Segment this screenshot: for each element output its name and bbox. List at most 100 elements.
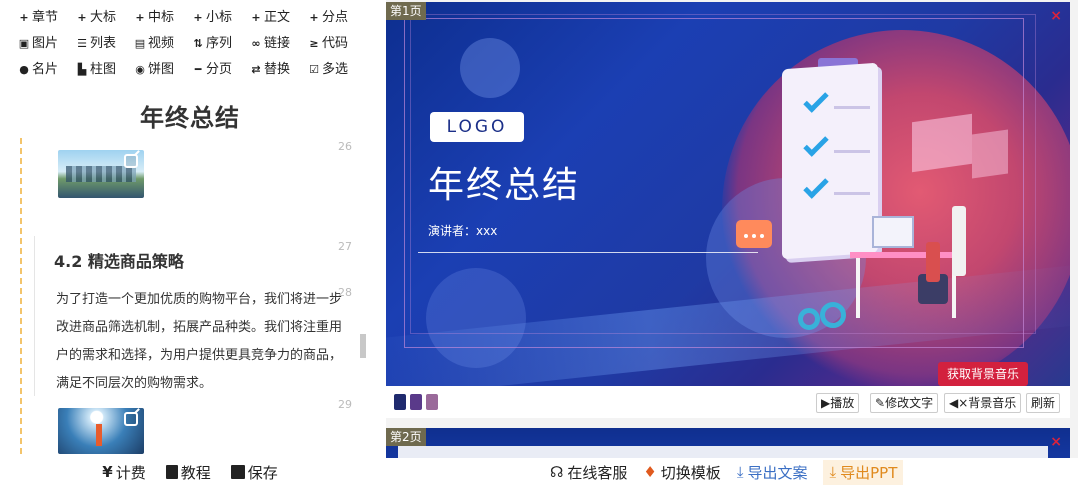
save-icon (230, 465, 245, 479)
edit-text-label: 修改文字 (885, 396, 934, 410)
title-underline (418, 252, 758, 253)
download-icon: ⤓ (829, 463, 837, 481)
bullet-point-icon: + (309, 11, 319, 24)
slide-title: 年终总结 (428, 165, 581, 206)
theme-swatch[interactable] (394, 394, 406, 410)
book-icon (165, 465, 178, 479)
save-button[interactable]: 保存 (230, 462, 278, 483)
toolbar-label: 分页 (206, 62, 233, 77)
insert-bar-chart-button[interactable]: ▙ 柱图 (76, 60, 134, 80)
insert-small-title-button[interactable]: + 小标 (192, 8, 250, 28)
close-icon[interactable]: × (1050, 434, 1062, 450)
background-music-label: 背景音乐 (968, 396, 1017, 410)
line-number: 26 (338, 140, 352, 153)
toolbar-label: 图片 (32, 36, 59, 51)
section-heading[interactable]: 4.2 精选商品策略 (54, 248, 184, 272)
desk-leg (856, 258, 860, 318)
insert-bullet-point-button[interactable]: + 分点 (308, 8, 366, 28)
slide-1[interactable]: 第1页 × LOGO 年终总结 演讲者：xxx 获取背景音乐 (386, 2, 1070, 386)
export-doc-button[interactable]: ⤓ 导出文案 (737, 462, 808, 483)
insert-multi-select-button[interactable]: ☑ 多选 (308, 60, 366, 80)
toolbar-label: 列表 (90, 36, 117, 51)
edit-icon[interactable] (124, 154, 138, 168)
theme-swatch[interactable] (426, 394, 438, 410)
section-paragraph[interactable]: 为了打造一个更加优质的购物平台，我们将进一步改进商品筛选机制，拓展产品种类。我们… (56, 286, 352, 398)
list-icon: ☰ (77, 37, 87, 50)
gear-icon (798, 308, 820, 330)
video-icon: ▤ (134, 37, 146, 50)
chat-dot (752, 234, 756, 238)
desk-illustration (850, 252, 960, 258)
bottom-left-bar: ¥ 计费 教程 保存 (0, 458, 380, 486)
toolbar-label: 链接 (264, 36, 291, 51)
switch-template-button[interactable]: ♦ 切换模板 (643, 462, 720, 483)
insert-page-break-button[interactable]: ━ 分页 (192, 60, 250, 80)
insert-list-button[interactable]: ☰ 列表 (76, 34, 134, 54)
insert-video-button[interactable]: ▤ 视频 (134, 34, 192, 54)
insert-replace-button[interactable]: ⇄ 替换 (250, 60, 308, 80)
download-icon: ⤓ (736, 463, 744, 481)
billing-label: 计费 (115, 463, 146, 482)
edit-text-button[interactable]: ✎修改文字 (870, 393, 939, 413)
page-break-icon: ━ (194, 63, 202, 76)
insert-sequence-button[interactable]: ⇅ 序列 (192, 34, 250, 54)
document-title[interactable]: 年终总结 (0, 98, 380, 133)
toolbar-label: 大标 (90, 10, 117, 25)
toolbar-label: 视频 (148, 36, 175, 51)
chapter-icon: + (19, 11, 29, 24)
scrollbar-thumb[interactable] (360, 334, 366, 358)
editor-panel: + 章节 + 大标 + 中标 + 小标 + 正文 + 分点 ▣ 图片 ☰ 列表 ▤ 视频 ⇅ 序列 ∞ 链接 ≥ 代码 ● 名片 ▙… (0, 0, 380, 486)
card-icon: ● (19, 63, 29, 76)
toolbar-label: 中标 (148, 10, 175, 25)
insert-code-button[interactable]: ≥ 代码 (308, 34, 366, 54)
small-title-icon: + (193, 11, 203, 24)
sequence-icon: ⇅ (193, 37, 203, 50)
check-line (834, 106, 870, 109)
image-thumbnail[interactable] (58, 408, 144, 454)
online-service-button[interactable]: ☊ 在线客服 (550, 462, 627, 483)
slide-logo: LOGO (430, 112, 524, 142)
chat-dot (760, 234, 764, 238)
insert-mid-title-button[interactable]: + 中标 (134, 8, 192, 28)
pie-chart-icon: ◉ (135, 63, 145, 76)
person-illustration (952, 206, 966, 276)
insert-image-button[interactable]: ▣ 图片 (18, 34, 76, 54)
slide-badge: 第2页 (386, 428, 426, 446)
close-icon[interactable]: × (1050, 8, 1062, 24)
edit-icon[interactable] (124, 412, 138, 426)
slide-badge: 第1页 (386, 2, 426, 20)
tutorial-button[interactable]: 教程 (165, 462, 211, 483)
slide-controls: ▶播放 ✎修改文字 ◀×背景音乐 刷新 (386, 386, 1070, 418)
big-title-icon: + (77, 11, 87, 24)
refresh-button[interactable]: 刷新 (1026, 393, 1061, 413)
code-icon: ≥ (309, 37, 319, 50)
gear-icon (820, 302, 846, 328)
insert-toolbar: + 章节 + 大标 + 中标 + 小标 + 正文 + 分点 ▣ 图片 ☰ 列表 ▤ 视频 ⇅ 序列 ∞ 链接 ≥ 代码 ● 名片 ▙… (18, 8, 368, 80)
outline-guide (20, 138, 22, 454)
background-music-button[interactable]: ◀×背景音乐 (944, 393, 1022, 413)
insert-pie-chart-button[interactable]: ◉ 饼图 (134, 60, 192, 80)
export-ppt-label: 导出PPT (840, 463, 898, 482)
bottom-right-bar: ☊ 在线客服 ♦ 切换模板 ⤓ 导出文案 ⤓ 导出PPT (386, 458, 1078, 486)
body-text-icon: + (251, 11, 261, 24)
toolbar-label: 章节 (32, 10, 59, 25)
slide-preview-panel: 第1页 × LOGO 年终总结 演讲者：xxx 获取背景音乐 ▶播放 ✎修改文字… (386, 0, 1078, 486)
insert-chapter-button[interactable]: + 章节 (18, 8, 76, 28)
floating-chart-card (912, 113, 972, 173)
toolbar-label: 饼图 (148, 62, 175, 77)
image-thumbnail[interactable] (58, 150, 144, 198)
billing-button[interactable]: ¥ 计费 (102, 462, 145, 483)
insert-body-text-button[interactable]: + 正文 (250, 8, 308, 28)
get-music-tooltip[interactable]: 获取背景音乐 (938, 362, 1028, 386)
floating-chart-card (972, 129, 1008, 179)
insert-link-button[interactable]: ∞ 链接 (250, 34, 308, 54)
insert-big-title-button[interactable]: + 大标 (76, 8, 134, 28)
insert-card-button[interactable]: ● 名片 (18, 60, 76, 80)
play-button[interactable]: ▶播放 (816, 393, 860, 413)
clipboard-illustration (782, 62, 878, 260)
export-ppt-button[interactable]: ⤓ 导出PPT (823, 459, 904, 485)
person-illustration (926, 242, 940, 282)
tutorial-label: 教程 (180, 463, 211, 482)
theme-swatch[interactable] (410, 394, 422, 410)
toolbar-label: 分点 (322, 10, 349, 25)
